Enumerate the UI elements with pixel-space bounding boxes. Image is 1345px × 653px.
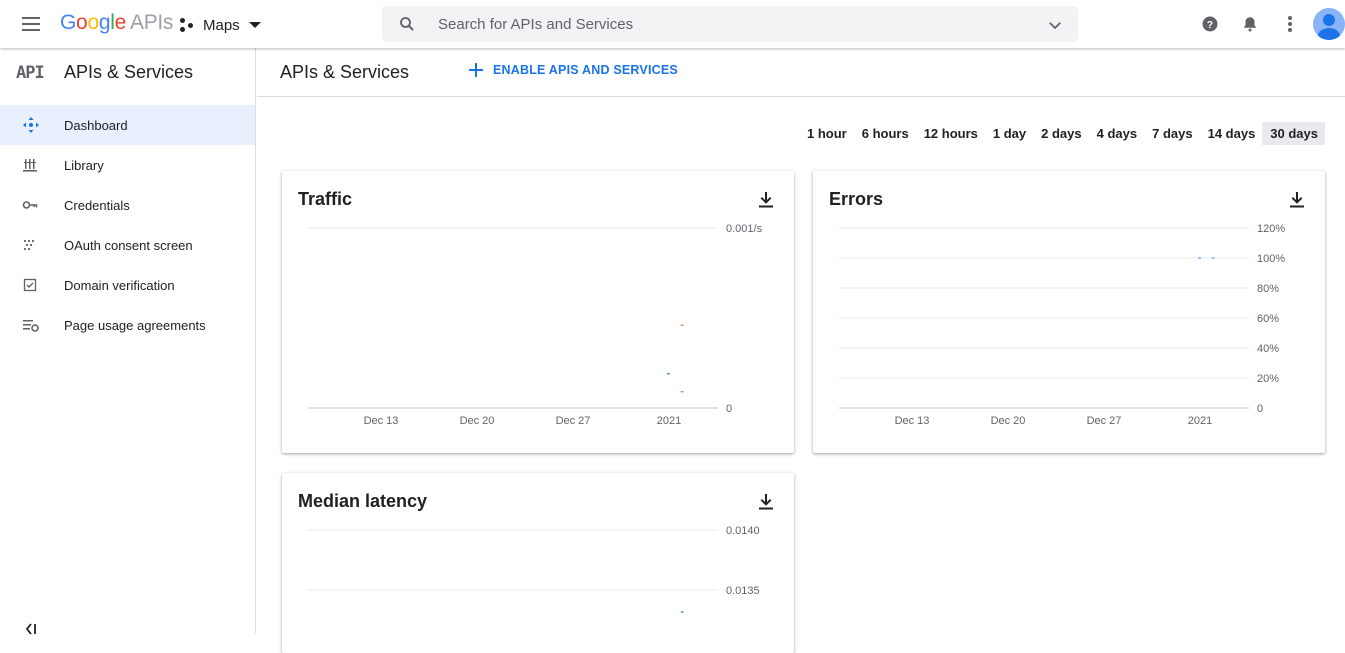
errors-card: Errors 120% 100% 80% 60% 40% 20% 0 Dec 13 Dec 20… bbox=[813, 171, 1325, 453]
y-tick-label: 0.0140 bbox=[726, 525, 760, 537]
dashboard-icon bbox=[22, 116, 54, 134]
avatar[interactable] bbox=[1313, 8, 1345, 40]
search-input[interactable] bbox=[438, 6, 1018, 42]
y-tick-label: 120% bbox=[1257, 223, 1285, 235]
svg-text:?: ? bbox=[1207, 19, 1213, 31]
sidebar: API APIs & Services Dashboard Library Cr… bbox=[0, 48, 256, 636]
sidebar-item-library[interactable]: Library bbox=[0, 145, 255, 185]
latency-chart: 0.0140 0.0135 bbox=[308, 525, 760, 613]
oauth-icon bbox=[22, 236, 54, 254]
sidebar-item-page-usage[interactable]: Page usage agreements bbox=[0, 305, 255, 345]
notifications-icon[interactable] bbox=[1238, 12, 1262, 36]
api-logo-icon: API bbox=[16, 62, 45, 83]
sidebar-item-label: Credentials bbox=[64, 197, 130, 213]
sidebar-title: APIs & Services bbox=[64, 62, 194, 82]
search-icon bbox=[400, 17, 414, 31]
traffic-card: Traffic 0.001/s 0 Dec 13 Dec 20 Dec 27 2021 bbox=[282, 171, 794, 453]
range-1-day[interactable]: 1 day bbox=[985, 122, 1033, 145]
sidebar-item-label: Dashboard bbox=[64, 117, 128, 133]
y-tick-label: 0 bbox=[1257, 403, 1263, 415]
project-icon bbox=[180, 18, 196, 32]
range-1-hour[interactable]: 1 hour bbox=[799, 122, 854, 145]
library-icon bbox=[22, 156, 54, 174]
enable-apis-button[interactable]: ENABLE APIS AND SERVICES bbox=[469, 63, 678, 77]
project-name: Maps bbox=[203, 16, 240, 34]
errors-chart: 120% 100% 80% 60% 40% 20% 0 Dec 13 Dec 20 Dec 27 2… bbox=[839, 223, 1285, 427]
google-apis-logo[interactable]: Google APIs bbox=[60, 11, 173, 35]
help-icon[interactable]: ? bbox=[1198, 12, 1222, 36]
range-7-days[interactable]: 7 days bbox=[1144, 122, 1199, 145]
settings-list-icon bbox=[22, 316, 54, 334]
sidebar-item-label: Page usage agreements bbox=[64, 317, 206, 333]
chevron-down-icon[interactable] bbox=[1046, 16, 1064, 34]
y-tick-label: 100% bbox=[1257, 253, 1285, 265]
x-tick-label: Dec 27 bbox=[1087, 415, 1122, 427]
top-bar: GoogleAPIs Maps ? bbox=[0, 0, 1345, 48]
y-tick-label: 0.001/s bbox=[726, 223, 763, 235]
plus-icon bbox=[469, 63, 483, 77]
y-tick-label: 40% bbox=[1257, 343, 1279, 355]
x-tick-label: Dec 20 bbox=[991, 415, 1026, 427]
sidebar-item-credentials[interactable]: Credentials bbox=[0, 185, 255, 225]
range-2-days[interactable]: 2 days bbox=[1033, 122, 1088, 145]
logo-google: Google bbox=[60, 11, 126, 34]
search-bar[interactable] bbox=[382, 6, 1078, 42]
range-12-hours[interactable]: 12 hours bbox=[916, 122, 985, 145]
sidebar-item-oauth-consent[interactable]: OAuth consent screen bbox=[0, 225, 255, 265]
x-tick-label: Dec 13 bbox=[364, 415, 399, 427]
logo-apis: APIs bbox=[129, 11, 174, 34]
more-vert-icon[interactable] bbox=[1278, 12, 1302, 36]
sidebar-nav: Dashboard Library Credentials OAuth cons… bbox=[0, 105, 255, 345]
sidebar-item-label: OAuth consent screen bbox=[64, 237, 193, 253]
sidebar-item-label: Domain verification bbox=[64, 277, 175, 293]
y-tick-label: 0.0135 bbox=[726, 585, 760, 597]
project-selector[interactable]: Maps bbox=[180, 14, 261, 36]
sidebar-item-domain-verification[interactable]: Domain verification bbox=[0, 265, 255, 305]
range-4-days[interactable]: 4 days bbox=[1089, 122, 1144, 145]
key-icon bbox=[22, 196, 54, 214]
y-tick-label: 60% bbox=[1257, 313, 1279, 325]
menu-icon[interactable] bbox=[20, 14, 44, 34]
y-tick-label: 0 bbox=[726, 403, 732, 415]
range-14-days[interactable]: 14 days bbox=[1200, 122, 1263, 145]
main-content: APIs & Services ENABLE APIS AND SERVICES… bbox=[257, 48, 1345, 653]
main-header: APIs & Services bbox=[257, 48, 1345, 97]
time-range-selector: 1 hour 6 hours 12 hours 1 day 2 days 4 d… bbox=[799, 122, 1325, 145]
collapse-sidebar-icon[interactable] bbox=[24, 622, 38, 636]
y-tick-label: 20% bbox=[1257, 373, 1279, 385]
latency-card: Median latency 0.0140 0.0135 bbox=[282, 473, 794, 653]
enable-apis-label: ENABLE APIS AND SERVICES bbox=[493, 63, 678, 77]
x-tick-label: Dec 20 bbox=[460, 415, 495, 427]
dropdown-arrow-icon bbox=[248, 22, 261, 28]
x-tick-label: 2021 bbox=[1188, 415, 1212, 427]
range-30-days[interactable]: 30 days bbox=[1262, 122, 1325, 145]
traffic-chart: 0.001/s 0 Dec 13 Dec 20 Dec 27 2021 bbox=[308, 223, 763, 427]
x-tick-label: Dec 13 bbox=[895, 415, 930, 427]
x-tick-label: 2021 bbox=[657, 415, 681, 427]
checkbox-icon bbox=[22, 276, 54, 294]
sidebar-header: API APIs & Services bbox=[0, 48, 255, 97]
page-title: APIs & Services bbox=[280, 61, 410, 82]
sidebar-item-label: Library bbox=[64, 157, 104, 173]
range-6-hours[interactable]: 6 hours bbox=[854, 122, 916, 145]
sidebar-item-dashboard[interactable]: Dashboard bbox=[0, 105, 255, 145]
x-tick-label: Dec 27 bbox=[556, 415, 591, 427]
y-tick-label: 80% bbox=[1257, 283, 1279, 295]
